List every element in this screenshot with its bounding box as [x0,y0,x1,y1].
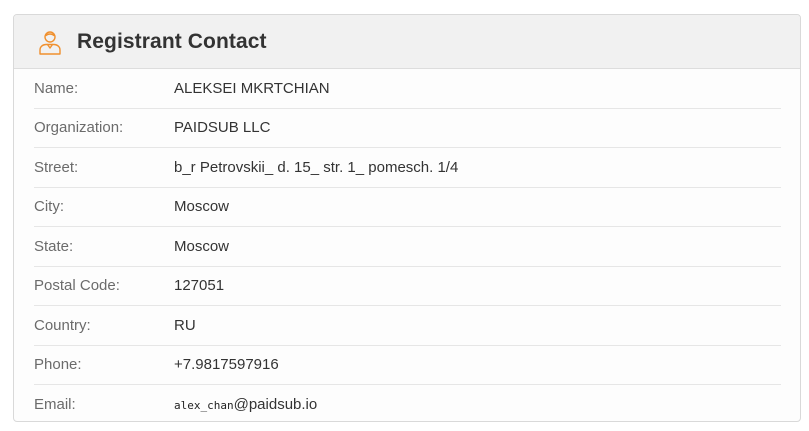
field-label: Postal Code: [34,277,120,295]
field-value: ALEKSEI MKRTCHIAN [174,79,330,97]
email-domain: @paidsub.io [233,396,318,414]
email-value: alex_chan@paidsub.io [174,396,317,413]
field-row-street: Street: b_r Petrovskii_ d. 15_ str. 1_ p… [34,148,781,188]
field-row-country: Country: RU [34,306,781,346]
field-value: 127051 [174,277,225,295]
field-row-postal-code: Postal Code: 127051 [34,267,781,306]
user-icon [37,28,63,56]
field-label: State: [34,237,74,255]
field-row-name: Name: ALEKSEI MKRTCHIAN [34,69,781,109]
field-row-state: State: Moscow [34,227,781,267]
field-label: Name: [34,79,79,97]
card-title: Registrant Contact [77,29,267,53]
field-label: Phone: [34,356,82,374]
field-value: RU [174,316,196,334]
field-row-phone: Phone: +7.9817597916 [34,346,781,385]
field-label: Street: [34,158,79,176]
field-value: +7.9817597916 [174,356,279,374]
email-user: alex_chan [174,399,234,413]
field-value: Moscow [174,237,230,255]
field-value: b_r Petrovskii_ d. 15_ str. 1_ pomesch. … [174,158,459,176]
field-value: PAIDSUB LLC [174,119,271,137]
field-label: Email: [34,396,76,414]
field-label: City: [34,198,64,216]
field-row-city: City: Moscow [34,188,781,227]
field-label: Country: [34,316,91,334]
field-row-organization: Organization: PAIDSUB LLC [34,109,781,148]
field-row-email: Email: alex_chan@paidsub.io [34,385,781,421]
registrant-contact-card: Registrant Contact Name: ALEKSEI MKRTCHI… [13,14,801,422]
contact-fields: Name: ALEKSEI MKRTCHIAN Organization: PA… [14,69,800,421]
card-header: Registrant Contact [14,15,800,69]
field-value: Moscow [174,198,230,216]
field-label: Organization: [34,119,124,137]
